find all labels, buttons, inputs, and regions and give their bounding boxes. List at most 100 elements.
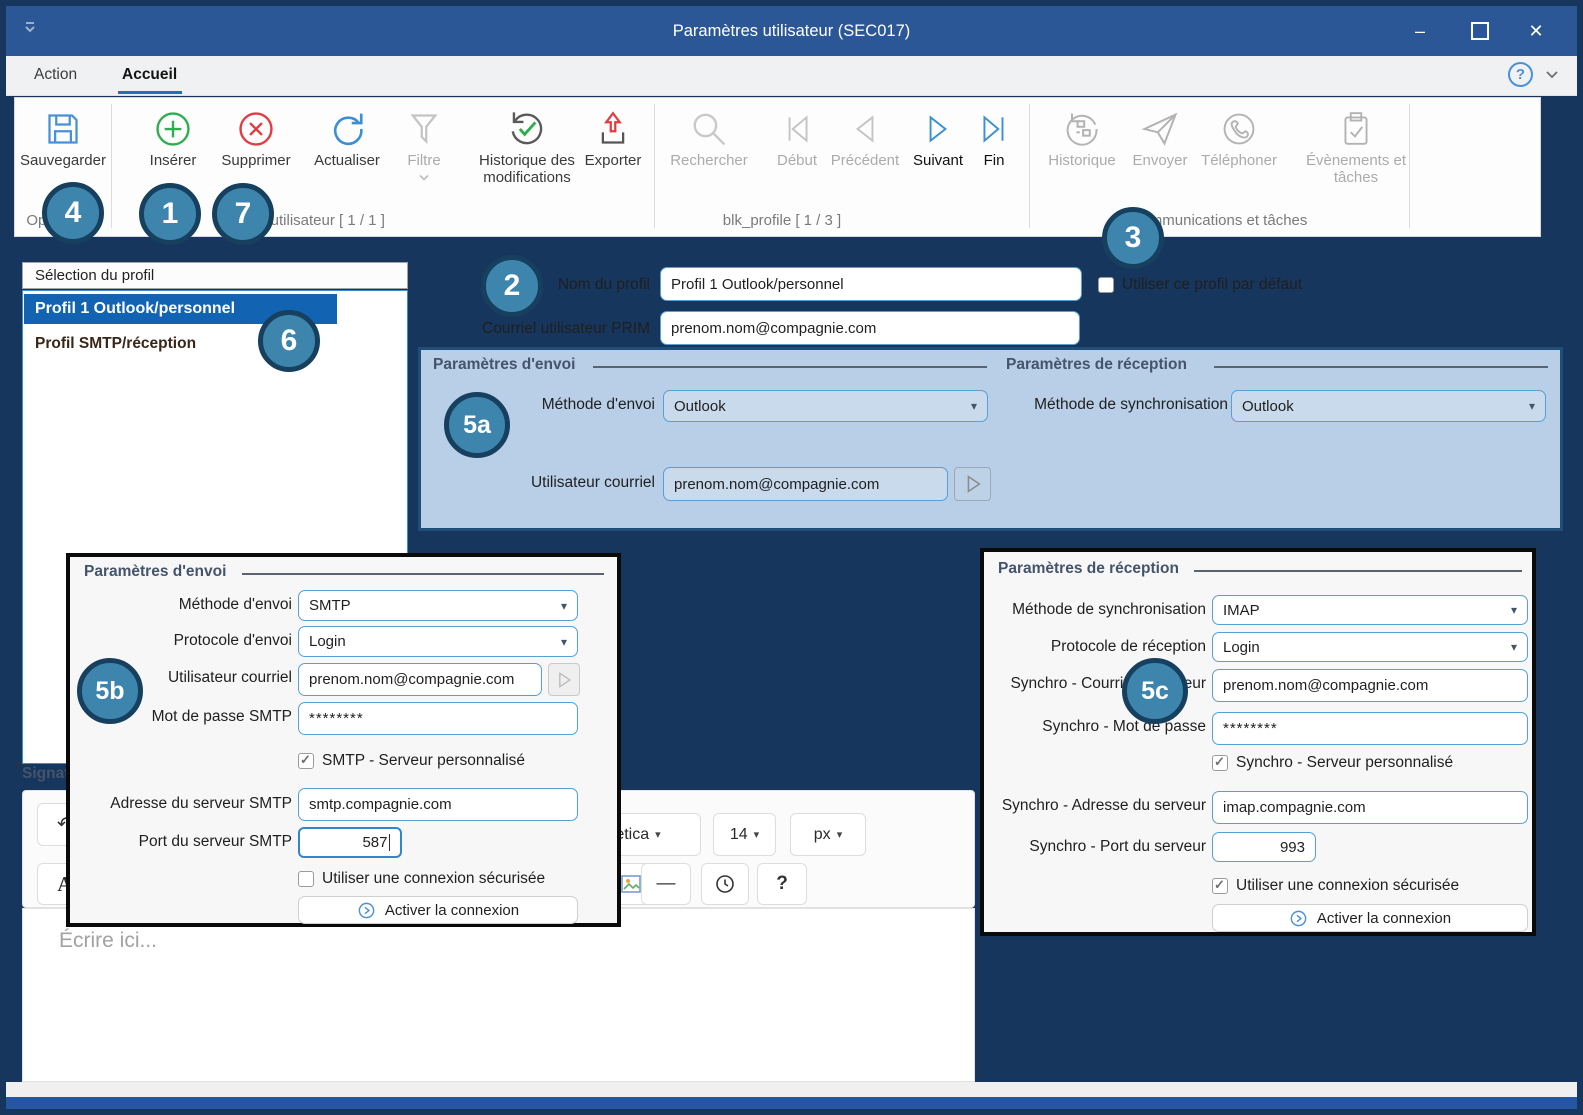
imap-server-input[interactable]: imap.compagnie.com <box>1212 791 1528 824</box>
last-record-icon <box>973 106 1015 152</box>
export-button[interactable]: Exporter <box>577 106 649 169</box>
test-connection-button[interactable] <box>954 467 991 501</box>
smtp-custom-server-checkbox[interactable] <box>298 753 314 769</box>
smtp-user-input[interactable]: prenom.nom@compagnie.com <box>298 663 542 696</box>
group-separator <box>654 104 655 228</box>
smtp-activate-connection-button[interactable]: Activer la connexion <box>298 896 578 924</box>
smtp-protocol-dropdown[interactable]: Login <box>298 626 578 657</box>
smtp-method-dropdown[interactable]: SMTP <box>298 590 578 621</box>
last-record-button[interactable]: Fin <box>973 106 1015 169</box>
delete-button[interactable]: Supprimer <box>211 106 301 169</box>
paper-plane-icon <box>1127 106 1193 152</box>
refresh-label: Actualiser <box>303 152 391 169</box>
imap-port-label: Synchro - Port du serveur <box>990 838 1206 856</box>
smtp-port-value: 587 <box>362 834 390 852</box>
imap-activate-connection-button[interactable]: Activer la connexion <box>1212 904 1528 932</box>
group-separator <box>1029 104 1030 228</box>
save-label: Sauvegarder <box>11 152 115 169</box>
smtp-test-connection-button[interactable] <box>548 663 580 696</box>
callout-badge-3: 3 <box>1102 207 1164 269</box>
imap-user-input[interactable]: prenom.nom@compagnie.com <box>1212 669 1528 702</box>
smtp-activate-label: Activer la connexion <box>385 902 519 919</box>
imap-protocol-dropdown[interactable]: Login <box>1212 632 1528 662</box>
search-label: Rechercher <box>663 152 755 169</box>
horizontal-rule-button[interactable]: — <box>641 863 691 905</box>
previous-record-label: Précédent <box>825 152 905 169</box>
phone-button[interactable]: Téléphoner <box>1195 106 1283 169</box>
primary-email-input[interactable]: prenom.nom@compagnie.com <box>660 311 1080 345</box>
imap-secure-checkbox[interactable] <box>1212 878 1228 894</box>
previous-record-button[interactable]: Précédent <box>825 106 905 169</box>
tab-action[interactable]: Action <box>28 56 83 94</box>
filter-button[interactable]: Filtre <box>397 106 451 187</box>
search-button[interactable]: Rechercher <box>663 106 755 169</box>
smtp-password-value: ******** <box>309 710 364 727</box>
minimize-button[interactable]: – <box>1398 6 1442 56</box>
smtp-secure-checkbox[interactable] <box>298 871 314 887</box>
filter-icon <box>397 106 451 152</box>
smtp-custom-server-label: SMTP - Serveur personnalisé <box>322 752 525 770</box>
first-record-button[interactable]: Début <box>771 106 823 169</box>
imap-password-value: ******** <box>1223 720 1278 737</box>
default-profile-checkbox-label: Utiliser ce profil par défaut <box>1122 276 1302 294</box>
imap-method-label: Méthode de synchronisation <box>990 601 1206 619</box>
sync-method-label: Méthode de synchronisation <box>1028 396 1228 414</box>
send-method-dropdown[interactable]: Outlook <box>663 390 988 422</box>
smtp-password-input[interactable]: ******** <box>298 702 578 735</box>
recent-button[interactable] <box>701 863 749 905</box>
close-button[interactable]: ✕ <box>1514 6 1558 56</box>
smtp-protocol-value: Login <box>309 633 346 650</box>
smtp-server-input[interactable]: smtp.compagnie.com <box>298 788 578 821</box>
group-caption-blk-utilisateur: blk_utilisateur [ 1 / 1 ] <box>164 212 464 229</box>
send-message-button[interactable]: Envoyer <box>1127 106 1193 169</box>
profile-name-input[interactable]: Profil 1 Outlook/personnel <box>660 267 1082 301</box>
imap-custom-server-label: Synchro - Serveur personnalisé <box>1236 754 1453 772</box>
smtp-legend: Paramètres d'envoi <box>84 563 226 581</box>
profile-list-item[interactable]: Profil SMTP/réception <box>35 335 196 353</box>
font-size-dropdown[interactable]: 14 <box>713 813 776 856</box>
smtp-method-value: SMTP <box>309 597 351 614</box>
insert-button[interactable]: Insérer <box>137 106 209 169</box>
imap-protocol-label: Protocole de réception <box>990 638 1206 656</box>
imap-custom-server-checkbox[interactable] <box>1212 755 1228 771</box>
legend-rule <box>593 366 987 368</box>
primary-email-value: prenom.nom@compagnie.com <box>671 320 876 337</box>
help-icon[interactable]: ? <box>1508 62 1533 87</box>
search-icon <box>663 106 755 152</box>
imap-port-input[interactable]: 993 <box>1212 832 1316 862</box>
imap-settings-popup: Paramètres de réception Méthode de synch… <box>980 548 1536 936</box>
previous-record-icon <box>825 106 905 152</box>
receive-settings-legend: Paramètres de réception <box>1006 356 1187 374</box>
tab-accueil[interactable]: Accueil <box>116 56 183 94</box>
imap-method-dropdown[interactable]: IMAP <box>1212 595 1528 625</box>
imap-user-value: prenom.nom@compagnie.com <box>1223 677 1428 694</box>
sync-method-dropdown[interactable]: Outlook <box>1231 390 1546 422</box>
font-unit-dropdown[interactable]: px <box>790 813 866 856</box>
imap-password-input[interactable]: ******** <box>1212 712 1528 745</box>
events-tasks-button[interactable]: Évènements et tâches <box>1301 106 1411 186</box>
sync-method-value: Outlook <box>1242 398 1294 415</box>
delete-icon <box>211 106 301 152</box>
refresh-button[interactable]: Actualiser <box>303 106 391 169</box>
modification-history-button[interactable]: Historique des modifications <box>459 106 595 186</box>
activate-icon <box>357 901 376 920</box>
save-button[interactable]: Sauvegarder <box>11 106 115 169</box>
legend-rule <box>1214 366 1548 368</box>
imap-secure-label: Utiliser une connexion sécurisée <box>1236 877 1459 895</box>
callout-badge-4: 4 <box>42 182 104 244</box>
maximize-button[interactable] <box>1458 6 1502 56</box>
signature-editor[interactable]: Écrire ici... <box>22 908 975 1082</box>
font-unit-value: px <box>814 826 831 844</box>
email-user-input[interactable]: prenom.nom@compagnie.com <box>663 467 948 501</box>
ribbon-tab-strip <box>6 56 1577 96</box>
communication-history-button[interactable]: Historique <box>1037 106 1127 169</box>
default-profile-checkbox[interactable] <box>1098 277 1114 293</box>
communication-history-icon <box>1037 106 1127 152</box>
help-editor-button[interactable]: ? <box>757 863 807 905</box>
send-method-value: Outlook <box>674 398 726 415</box>
next-record-button[interactable]: Suivant <box>907 106 969 169</box>
insert-label: Insérer <box>137 152 209 169</box>
smtp-port-input[interactable]: 587 <box>298 827 402 858</box>
collapse-ribbon-icon[interactable] <box>1544 66 1560 87</box>
email-user-value: prenom.nom@compagnie.com <box>674 476 879 493</box>
